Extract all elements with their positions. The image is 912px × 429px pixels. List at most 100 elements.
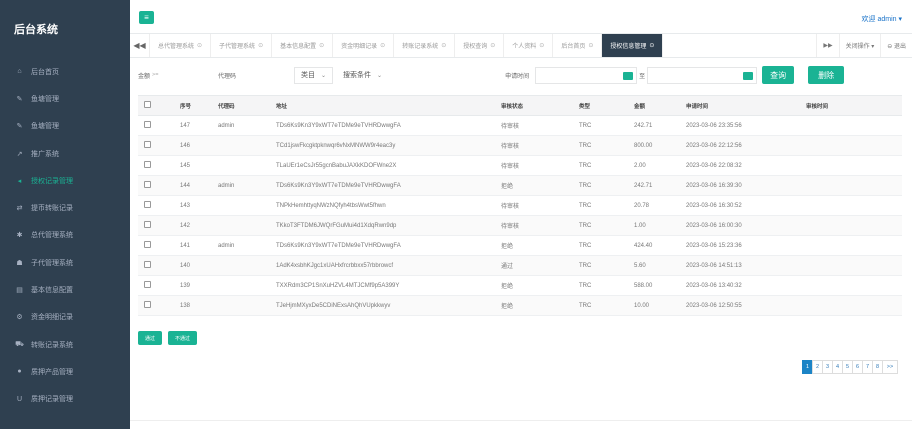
row-checkbox-cell[interactable] xyxy=(138,155,174,176)
tab-label: 个人资料 xyxy=(512,44,537,50)
tab-item[interactable]: 授权信息管理 ⊙ xyxy=(602,34,664,57)
row-checkbox[interactable] xyxy=(144,281,151,288)
row-checkbox-cell[interactable] xyxy=(138,195,174,216)
table-cell: 147 xyxy=(174,115,212,136)
row-checkbox-cell[interactable] xyxy=(138,235,174,256)
category-select[interactable]: 类目 ⌄ xyxy=(294,66,334,84)
tab-scroll-right-button[interactable]: ▶▶ xyxy=(816,34,838,57)
start-date-input[interactable] xyxy=(535,66,638,84)
amount-operator[interactable]: >= xyxy=(152,72,196,78)
close-icon[interactable]: ⊙ xyxy=(380,42,385,49)
row-checkbox[interactable] xyxy=(144,301,151,308)
approve-button[interactable]: 通过 xyxy=(138,331,163,345)
row-checkbox[interactable] xyxy=(144,141,151,148)
row-checkbox[interactable] xyxy=(144,261,151,268)
table-header-row: 序号 代理码 地址 审核状态 类型 金额 申请时间 审核时间 xyxy=(138,95,902,116)
search-condition-label: 搜索条件 xyxy=(343,72,372,79)
user-menu[interactable]: 欢迎 admin ▾ xyxy=(862,14,902,24)
row-checkbox-cell[interactable] xyxy=(138,115,174,136)
settings-icon: ⚙ xyxy=(16,314,23,322)
sidebar-item[interactable]: U 质押记录管理 xyxy=(0,386,130,413)
sidebar-item[interactable]: ⛟ 转账记录系统 xyxy=(0,331,130,358)
table-cell: 140 xyxy=(174,255,212,276)
table-row: 147 admin TDs6Ks9Kn3Y9xWT7eTDMe9eTVHRDwwgF… xyxy=(138,115,902,136)
tab-item[interactable]: 子代管理系统 ⊙ xyxy=(211,34,273,57)
delete-button[interactable]: 删除 xyxy=(808,66,845,84)
sidebar-item[interactable]: ⚙ 资金明细记录 xyxy=(0,304,130,331)
table-cell: 2023-03-06 13:40:32 xyxy=(680,275,800,296)
tab-item[interactable]: 转账记录系统 ⊙ xyxy=(394,34,456,57)
table-cell: 拒绝 xyxy=(495,295,573,316)
calendar-icon[interactable] xyxy=(623,71,634,80)
close-icon[interactable]: ⊙ xyxy=(197,42,202,49)
tab-item[interactable]: 后台首页 ⊙ xyxy=(553,34,603,57)
tab-item[interactable]: 授权查询 ⊙ xyxy=(455,34,505,57)
table-cell: 1.00 xyxy=(628,215,680,236)
reject-button[interactable]: 不通过 xyxy=(168,331,198,345)
tab-item[interactable]: 个人资料 ⊙ xyxy=(504,34,554,57)
row-checkbox-cell[interactable] xyxy=(138,135,174,156)
magnet-icon: U xyxy=(16,395,23,403)
sidebar-item-label: 鱼塘管理 xyxy=(31,123,59,131)
table-cell: 143 xyxy=(174,195,212,216)
tab-item[interactable]: 总代管理系统 ⊙ xyxy=(150,34,212,57)
sidebar-item[interactable]: ✱ 总代管理系统 xyxy=(0,222,130,249)
table-row: 145 TLaUEr1eCsJr55gcnBabuJAXkKDOFWne2X 待审核… xyxy=(138,155,902,176)
menu-toggle-button[interactable]: ≡ xyxy=(139,11,154,24)
select-all-checkbox-cell[interactable] xyxy=(138,95,174,116)
close-icon[interactable]: ⊙ xyxy=(539,42,544,49)
table-cell xyxy=(800,255,902,276)
sidebar-item[interactable]: ▤ 基本信息配置 xyxy=(0,276,130,303)
table-cell: 588.00 xyxy=(628,275,680,296)
table-cell xyxy=(212,155,270,176)
sidebar-item[interactable]: ✎ 鱼塘管理 xyxy=(0,113,130,140)
close-icon[interactable]: ⊙ xyxy=(588,42,593,49)
row-checkbox-cell[interactable] xyxy=(138,215,174,236)
search-condition-select[interactable]: 搜索条件 ⌄ xyxy=(337,66,389,84)
end-date-input[interactable] xyxy=(647,66,758,84)
sidebar-item[interactable]: ⇄ 提币转账记录 xyxy=(0,194,130,221)
sidebar-item[interactable]: ↗ 推广系统 xyxy=(0,140,130,167)
query-button[interactable]: 查询 xyxy=(762,66,795,84)
sidebar-item[interactable]: ☗ 子代管理系统 xyxy=(0,249,130,276)
tab-item[interactable]: 基本信息配置 ⊙ xyxy=(272,34,334,57)
table-cell: 20.78 xyxy=(628,195,680,216)
table-cell: 142 xyxy=(174,215,212,236)
sidebar-menu: ⌂ 后台首页 ✎ 鱼塘管理 ✎ 鱼塘管理 ↗ 推广系统 ◂ 授权记录管理 ⇄ 提币转账记录 ✱ 总代管理系… xyxy=(0,58,130,413)
row-checkbox-cell[interactable] xyxy=(138,295,174,316)
table-cell xyxy=(800,295,902,316)
close-icon[interactable]: ⊙ xyxy=(649,42,654,49)
calendar-icon[interactable] xyxy=(743,71,754,80)
sidebar-item[interactable]: ⌂ 后台首页 xyxy=(0,58,130,85)
close-icon[interactable]: ⊙ xyxy=(490,42,495,49)
row-checkbox-cell[interactable] xyxy=(138,255,174,276)
close-icon[interactable]: ⊙ xyxy=(258,42,263,49)
close-icon[interactable]: ⊙ xyxy=(441,42,446,49)
table-cell: 1AdK4xsbhKJgc1xUAHxfrcrbbxx57rbbrowcf xyxy=(270,255,495,276)
row-checkbox[interactable] xyxy=(144,161,151,168)
row-checkbox[interactable] xyxy=(144,221,151,228)
next-page-button[interactable]: >> xyxy=(882,360,898,374)
row-checkbox[interactable] xyxy=(144,181,151,188)
sidebar-item[interactable]: ✎ 鱼塘管理 xyxy=(0,85,130,112)
row-checkbox[interactable] xyxy=(144,241,151,248)
row-checkbox[interactable] xyxy=(144,121,151,128)
table-cell: admin xyxy=(212,115,270,136)
row-checkbox-cell[interactable] xyxy=(138,175,174,196)
close-operations-dropdown[interactable]: 关闭操作 ▾ xyxy=(838,34,881,57)
table-cell: TCd1jswFkcgktpknwqr6vNxMNWW9r4eac3y xyxy=(270,135,495,156)
sidebar-item[interactable]: ◂ 授权记录管理 xyxy=(0,167,130,194)
proxy-code-field[interactable]: 代理码 xyxy=(218,71,264,80)
row-checkbox-cell[interactable] xyxy=(138,275,174,296)
table-row: 138 TJeHjmMXyxDe5CDiNExsAhQhVUpkkwyv 拒绝 TRC… xyxy=(138,295,902,316)
tab-item[interactable]: 资金明细记录 ⊙ xyxy=(333,34,395,57)
close-icon[interactable]: ⊙ xyxy=(319,42,324,49)
logout-button[interactable]: ⊖ 退出 xyxy=(880,34,912,57)
select-all-checkbox[interactable] xyxy=(144,101,151,108)
row-checkbox[interactable] xyxy=(144,201,151,208)
sidebar-item[interactable]: ● 质押产品管理 xyxy=(0,358,130,385)
tab-scroll-left-button[interactable]: ◀◀ xyxy=(130,34,150,57)
bulk-actions: 通过 不通过 xyxy=(138,331,902,345)
amount-label: 金额 xyxy=(138,73,151,80)
tab-label: 后台首页 xyxy=(561,44,586,50)
